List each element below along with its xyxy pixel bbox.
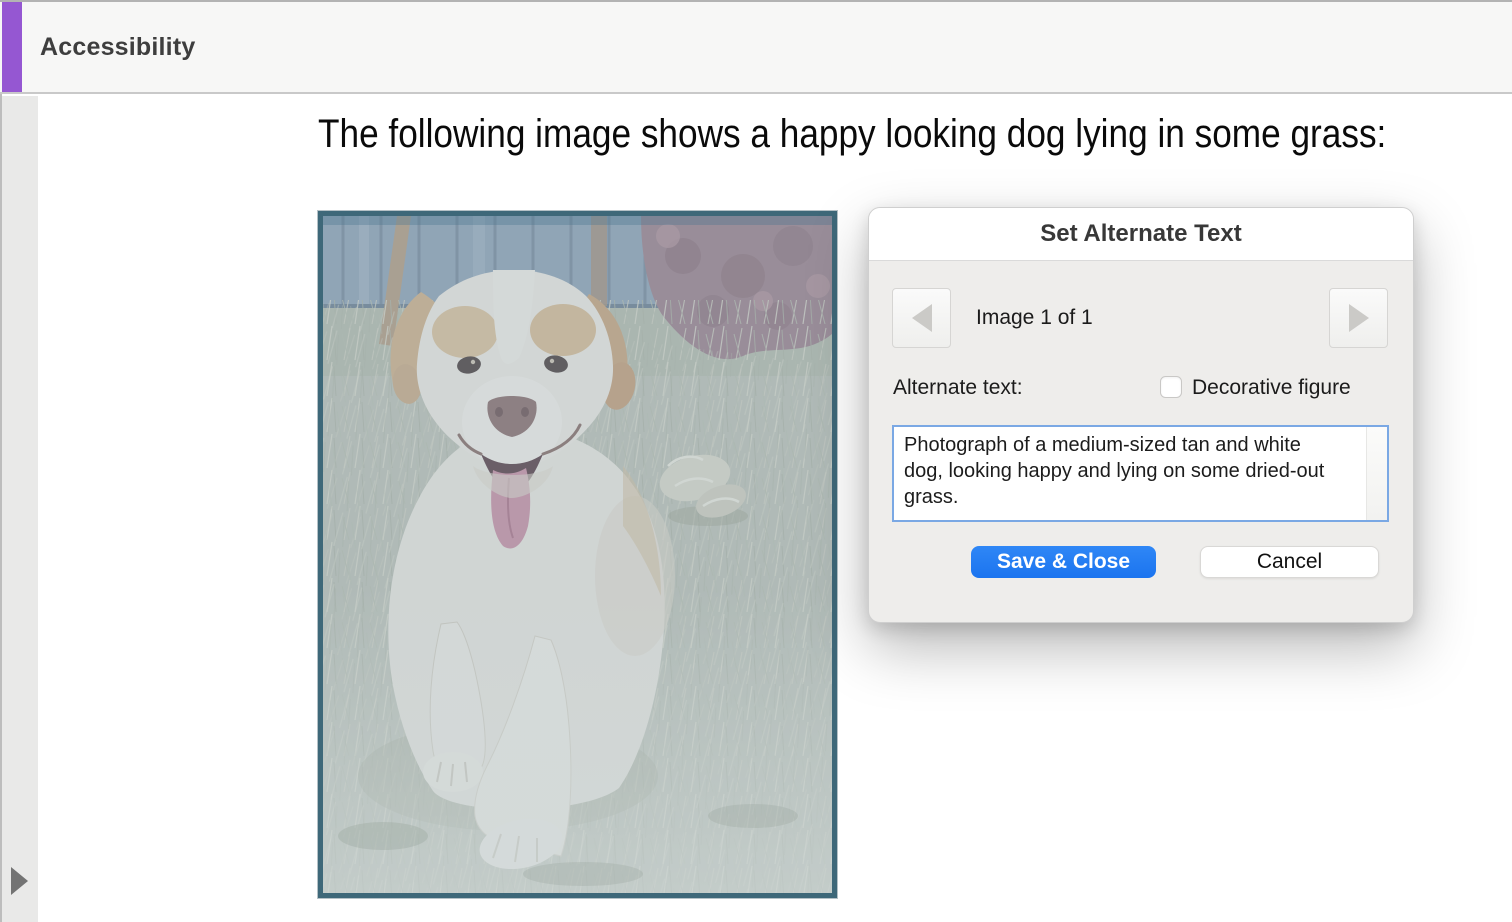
textarea-scrollbar-track[interactable] [1366,427,1387,520]
decorative-figure-checkbox[interactable] [1160,376,1182,398]
right-triangle-icon [1349,304,1369,332]
alt-text-field-frame: Photograph of a medium-sized tan and whi… [892,425,1389,522]
image-pager-label: Image 1 of 1 [976,288,1093,348]
side-panel-rail [2,96,38,922]
set-alternate-text-dialog: Set Alternate Text Image 1 of 1 Alternat… [868,207,1414,623]
dialog-titlebar[interactable]: Set Alternate Text [869,208,1413,261]
titlebar: Accessibility [0,0,1512,94]
dialog-title: Set Alternate Text [1040,220,1241,248]
selected-dog-image[interactable] [318,211,837,898]
accent-strip [2,2,22,92]
alternate-text-label: Alternate text: [893,376,1023,400]
next-image-button[interactable] [1329,288,1388,348]
left-triangle-icon [912,304,932,332]
selection-tint-overlay [323,216,832,893]
previous-image-button[interactable] [892,288,951,348]
page-title: Accessibility [40,2,195,92]
expand-panel-icon[interactable] [11,867,28,895]
document-heading: The following image shows a happy lookin… [318,112,1386,157]
alt-text-input[interactable]: Photograph of a medium-sized tan and whi… [894,427,1387,520]
save-and-close-button[interactable]: Save & Close [971,546,1156,578]
dog-photo-illustration [323,216,832,893]
decorative-figure-label: Decorative figure [1192,376,1351,400]
cancel-button[interactable]: Cancel [1200,546,1379,578]
